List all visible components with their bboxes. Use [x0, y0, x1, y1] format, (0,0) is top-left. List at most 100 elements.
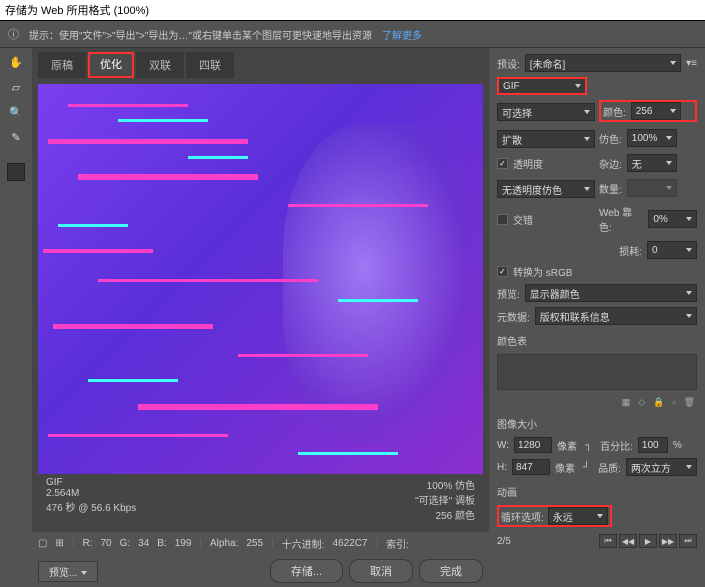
warn-icon: ⊞ [55, 538, 63, 549]
animation-controls: 2/5 ⏮ ◀◀ ▶ ▶▶ ⏭ [497, 532, 697, 550]
convert-srgb-checkbox[interactable] [497, 266, 508, 277]
view-tabs: 原稿 优化 双联 四联 [32, 48, 489, 78]
color-reduction-select[interactable]: 可选择 [497, 103, 595, 121]
done-button[interactable]: 完成 [419, 559, 483, 583]
px-w: 像素 [557, 438, 577, 453]
dither-select[interactable]: 扩散 [497, 130, 595, 148]
convert-srgb-label: 转换为 sRGB [513, 264, 572, 279]
width-input[interactable] [514, 437, 552, 453]
color-table-title: 颜色表 [497, 333, 697, 348]
preset-label: 预设: [497, 56, 520, 71]
hand-tool-icon[interactable]: ✋ [7, 53, 25, 71]
ct-icon-1[interactable]: ▦ [622, 397, 631, 408]
tab-two-up[interactable]: 双联 [136, 52, 184, 78]
lossy-select[interactable]: 0 [647, 241, 697, 259]
center-area: 原稿 优化 双联 四联 [32, 48, 489, 556]
hex-val: 4622C7 [332, 538, 367, 549]
eyedropper-tool-icon[interactable]: ✎ [7, 128, 25, 146]
interlaced-label: 交错 [513, 212, 533, 227]
square-icon: ▢ [38, 538, 47, 549]
loop-select[interactable]: 永远 [548, 507, 608, 525]
ct-trash-icon[interactable]: 🗑 [684, 397, 695, 408]
tool-sidebar: ✋ ▱ 🔍 ✎ [0, 48, 32, 556]
matte-label: 杂边: [599, 156, 622, 171]
tab-original[interactable]: 原稿 [38, 52, 86, 78]
frame-counter: 2/5 [497, 536, 511, 547]
preview-button[interactable]: 预览... [38, 561, 98, 582]
hint-toolbar: ⓘ 提示：使用"文件">"导出">"导出为…"或右键单击某个图层可更快速地导出资… [0, 21, 705, 48]
info-time: 476 秒 @ 56.6 Kbps [46, 499, 136, 514]
animation-title: 动画 [497, 484, 697, 499]
g-label: G: [120, 538, 131, 549]
transparency-label: 透明度 [513, 156, 543, 171]
trans-dither-select[interactable]: 无透明度仿色 [497, 180, 595, 198]
colors-select[interactable]: 256 [631, 102, 681, 120]
next-frame-button[interactable]: ▶▶ [659, 534, 677, 548]
preset-menu-icon[interactable]: ▾≡ [686, 58, 697, 69]
alpha-val: 255 [246, 538, 263, 549]
cancel-button[interactable]: 取消 [349, 559, 413, 583]
percent-label: 百分比: [600, 438, 633, 453]
px-h: 像素 [555, 460, 575, 475]
info-format: GIF [46, 477, 136, 488]
resample-select[interactable]: 两次立方 [626, 458, 697, 476]
info-icon: ⓘ [8, 26, 19, 42]
ct-new-icon[interactable]: ▫ [672, 397, 675, 408]
prev-frame-button[interactable]: ◀◀ [619, 534, 637, 548]
preset-select[interactable]: [未命名] [525, 54, 681, 72]
preview-as-label: 预览: [497, 286, 520, 301]
save-button[interactable]: 存储... [270, 559, 343, 583]
b-val: 199 [175, 538, 192, 549]
preview-as-select[interactable]: 显示器颜色 [525, 284, 697, 302]
preview-row: 预览... 存储... 取消 完成 [32, 555, 489, 587]
g-val: 34 [138, 538, 149, 549]
preview-canvas[interactable] [38, 84, 483, 474]
canvas-container: GIF 2.564M 476 秒 @ 56.6 Kbps 100% 仿色 "可选… [32, 78, 489, 531]
image-size-title: 图像大小 [497, 416, 697, 431]
websnap-label: Web 靠色: [599, 204, 643, 234]
pct-sign: % [673, 440, 682, 451]
ct-icon-2[interactable]: ◇ [638, 397, 645, 408]
websnap-select[interactable]: 0% [648, 210, 697, 228]
slice-select-tool-icon[interactable]: ▱ [7, 78, 25, 96]
settings-panel: 预设: [未命名] ▾≡ GIF 可选择 颜色: 256 扩散 仿色: 100%… [489, 48, 705, 556]
h-label: H: [497, 462, 507, 473]
first-frame-button[interactable]: ⏮ [599, 534, 617, 548]
transparency-checkbox[interactable] [497, 158, 508, 169]
alpha-label: Alpha: [210, 538, 238, 549]
tab-optimized[interactable]: 优化 [88, 52, 134, 78]
color-readout-bar: ▢ ⊞ | R:70 G:34 B:199 | Alpha:255 | 十六进制… [32, 531, 489, 555]
info-quality: 100% 仿色 [415, 477, 475, 492]
dither-pct-select[interactable]: 100% [627, 129, 677, 147]
matte-select[interactable]: 无 [627, 154, 677, 172]
percent-input[interactable] [638, 437, 668, 453]
tab-four-up[interactable]: 四联 [186, 52, 234, 78]
color-swatch[interactable] [7, 163, 25, 181]
interlaced-checkbox[interactable] [497, 214, 508, 225]
height-input[interactable] [512, 459, 550, 475]
info-colors: 256 颜色 [415, 507, 475, 522]
info-palette: "可选择" 调板 [415, 492, 475, 507]
metadata-select[interactable]: 版权和联系信息 [535, 307, 697, 325]
hint-text: 提示：使用"文件">"导出">"导出为…"或右键单击某个图层可更快速地导出资源 [29, 27, 372, 42]
metadata-label: 元数据: [497, 309, 530, 324]
loop-label: 循环选项: [501, 509, 544, 524]
last-frame-button[interactable]: ⏭ [679, 534, 697, 548]
format-select[interactable]: GIF [497, 77, 587, 95]
window-title: 存储为 Web 所用格式 (100%) [0, 0, 705, 21]
quality-label: 品质: [598, 460, 621, 475]
amount-label: 数量: [599, 181, 622, 196]
color-table-toolbar: ▦ ◇ 🔒 ▫ 🗑 [497, 395, 697, 410]
learn-more-link[interactable]: 了解更多 [382, 27, 422, 42]
r-label: R: [82, 538, 92, 549]
preview-info-bar: GIF 2.564M 476 秒 @ 56.6 Kbps 100% 仿色 "可选… [38, 474, 483, 525]
play-button[interactable]: ▶ [639, 534, 657, 548]
zoom-tool-icon[interactable]: 🔍 [7, 103, 25, 121]
color-table-grid[interactable] [497, 354, 697, 390]
hex-label: 十六进制: [282, 536, 325, 551]
ct-lock-icon[interactable]: 🔒 [653, 397, 664, 408]
info-size: 2.564M [46, 488, 136, 499]
dither-pct-label: 仿色: [599, 131, 622, 146]
lossy-label: 损耗: [619, 243, 642, 258]
r-val: 70 [100, 538, 111, 549]
